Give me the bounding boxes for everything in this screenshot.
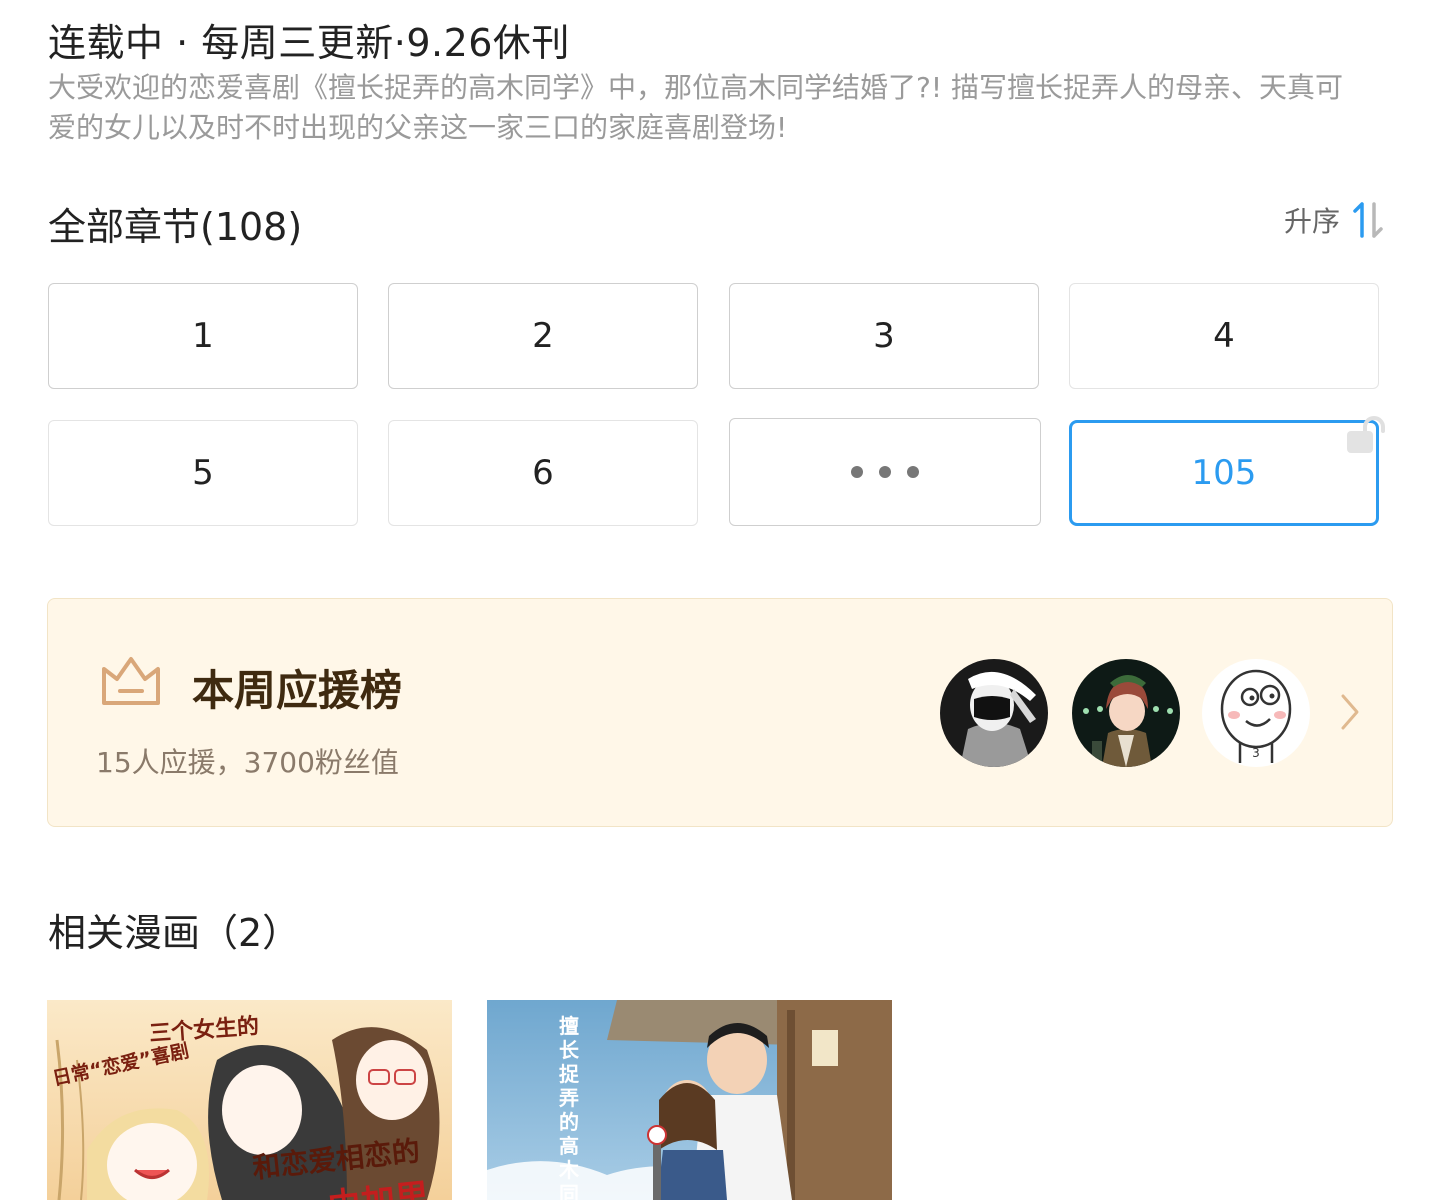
related-comic-cover-1[interactable]: 三个女生的 日常“恋爱”喜剧 和恋爱相恋的 由加里 [47,1000,452,1200]
chapter-label: 1 [192,316,214,356]
sort-label: 升序 [1283,205,1340,238]
chapter-button-4[interactable]: 4 [1069,283,1379,389]
chapters-title: 全部章节(108) [48,205,303,249]
chapter-button-3[interactable]: 3 [729,283,1039,389]
cover-vertical-title: 擅长捉弄的高木同学 [559,1014,579,1200]
sort-ascending-icon [1348,200,1388,240]
chapter-button-5[interactable]: 5 [48,420,358,526]
chapter-label: 105 [1191,453,1257,493]
chapters-header: 全部章节(108) 升序 [48,196,1388,249]
chapter-label: 3 [873,316,895,356]
chapter-button-6[interactable]: 6 [388,420,698,526]
sort-toggle[interactable]: 升序 [1284,198,1388,242]
comic-summary: 大受欢迎的恋爱喜剧《擅长捉弄的高木同学》中，那位高木同学结婚了?! 描写擅长捉弄… [48,71,1343,144]
related-comics-title: 相关漫画（2） [48,911,301,955]
serial-status: 连载中 · 每周三更新·9.26休刊 [48,21,570,65]
chapter-label: 5 [192,453,214,493]
chapter-label: 6 [532,453,554,493]
related-comic-cover-2[interactable]: 擅长捉弄的高木同学 [487,1000,892,1200]
avatar[interactable] [940,659,1048,767]
more-dots-icon [851,466,919,478]
svg-text:3: 3 [1252,746,1260,760]
support-title: 本周应援榜 [192,666,403,715]
chapter-label: 4 [1213,316,1235,356]
avatar[interactable]: 3 [1202,659,1310,767]
more-chapters-button[interactable] [729,418,1041,526]
chapter-button-105[interactable]: 105 [1069,416,1385,526]
avatar[interactable] [1072,659,1180,767]
support-stats: 15人应援，3700粉丝值 [96,746,399,779]
chapter-button-2[interactable]: 2 [388,283,698,389]
support-ranking-card[interactable]: 本周应援榜 15人应援，3700粉丝值 3 [47,598,1393,827]
comic-detail-page: 连载中 · 每周三更新·9.26休刊 大受欢迎的恋爱喜剧《擅长捉弄的高木同学》中… [0,0,1440,1200]
chevron-right-icon [1340,693,1360,735]
chapter-label: 2 [532,316,554,356]
crown-icon [100,655,162,711]
chapter-button-1[interactable]: 1 [48,283,358,389]
unlock-icon [1344,413,1388,464]
